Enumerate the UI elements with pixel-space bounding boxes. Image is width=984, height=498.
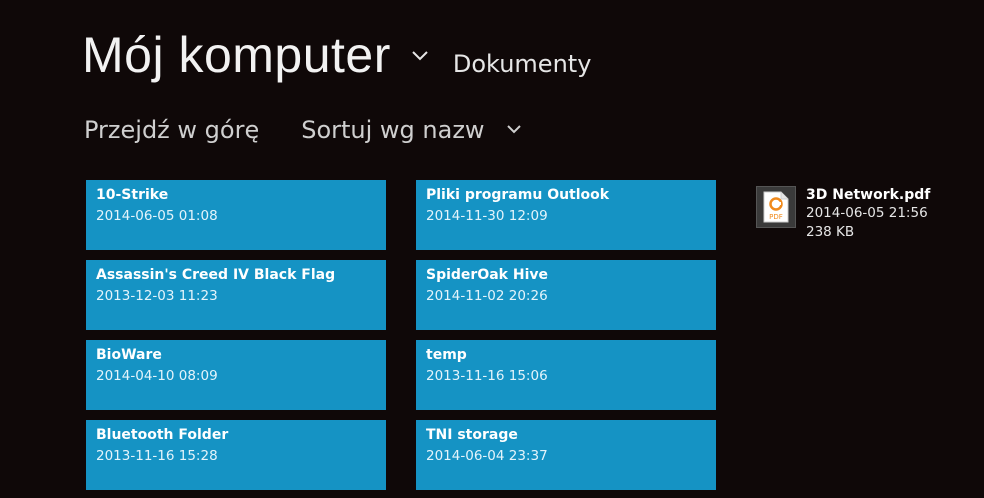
pdf-file-icon: PDF bbox=[756, 186, 796, 228]
folder-date: 2013-11-16 15:28 bbox=[96, 448, 218, 464]
folder-date: 2014-04-10 08:09 bbox=[96, 368, 218, 384]
chevron-down-icon bbox=[507, 125, 521, 134]
folder-name: TNI storage bbox=[426, 427, 518, 443]
folder-name: 10-Strike bbox=[96, 187, 169, 203]
header: Mój komputer Dokumenty bbox=[82, 30, 591, 80]
file-name: 3D Network.pdf bbox=[806, 187, 931, 203]
file-size: 238 KB bbox=[806, 224, 855, 240]
folder-date: 2014-11-02 20:26 bbox=[426, 288, 548, 304]
folder-date: 2013-12-03 11:23 bbox=[96, 288, 218, 304]
go-up-button[interactable]: Przejdź w górę bbox=[84, 116, 259, 144]
folder-tile[interactable]: 10-Strike 2014-06-05 01:08 bbox=[86, 180, 386, 250]
folder-tile[interactable]: TNI storage 2014-06-04 23:37 bbox=[416, 420, 716, 490]
folder-name: Bluetooth Folder bbox=[96, 427, 229, 443]
folder-date: 2013-11-16 15:06 bbox=[426, 368, 548, 384]
folder-name: Assassin's Creed IV Black Flag bbox=[96, 267, 336, 283]
folder-name: temp bbox=[426, 347, 467, 363]
folder-tile[interactable]: temp 2013-11-16 15:06 bbox=[416, 340, 716, 410]
chevron-down-icon[interactable] bbox=[411, 46, 429, 64]
folder-tile[interactable]: SpiderOak Hive 2014-11-02 20:26 bbox=[416, 260, 716, 330]
folder-date: 2014-06-04 23:37 bbox=[426, 448, 548, 464]
pdf-document-icon: PDF bbox=[763, 191, 789, 223]
folder-tile[interactable]: Bluetooth Folder 2013-11-16 15:28 bbox=[86, 420, 386, 490]
sort-label: Sortuj wg nazw bbox=[301, 116, 485, 144]
sort-dropdown[interactable]: Sortuj wg nazw bbox=[301, 116, 522, 144]
pdf-icon-label: PDF bbox=[769, 213, 783, 221]
file-item[interactable]: PDF 3D Network.pdf 2014-06-05 21:56 238 … bbox=[756, 186, 930, 242]
folder-name: BioWare bbox=[96, 347, 162, 363]
folder-tile[interactable]: Pliki programu Outlook 2014-11-30 12:09 bbox=[416, 180, 716, 250]
folder-date: 2014-11-30 12:09 bbox=[426, 208, 548, 224]
folder-tile[interactable]: Assassin's Creed IV Black Flag 2013-12-0… bbox=[86, 260, 386, 330]
command-bar: Przejdź w górę Sortuj wg nazw bbox=[84, 116, 522, 144]
file-date: 2014-06-05 21:56 bbox=[806, 205, 928, 221]
folder-date: 2014-06-05 01:08 bbox=[96, 208, 218, 224]
folder-name: SpiderOak Hive bbox=[426, 267, 548, 283]
location-label[interactable]: Dokumenty bbox=[453, 52, 592, 76]
folder-tile[interactable]: BioWare 2014-04-10 08:09 bbox=[86, 340, 386, 410]
page-title: Mój komputer bbox=[82, 27, 391, 83]
folder-name: Pliki programu Outlook bbox=[426, 187, 610, 203]
